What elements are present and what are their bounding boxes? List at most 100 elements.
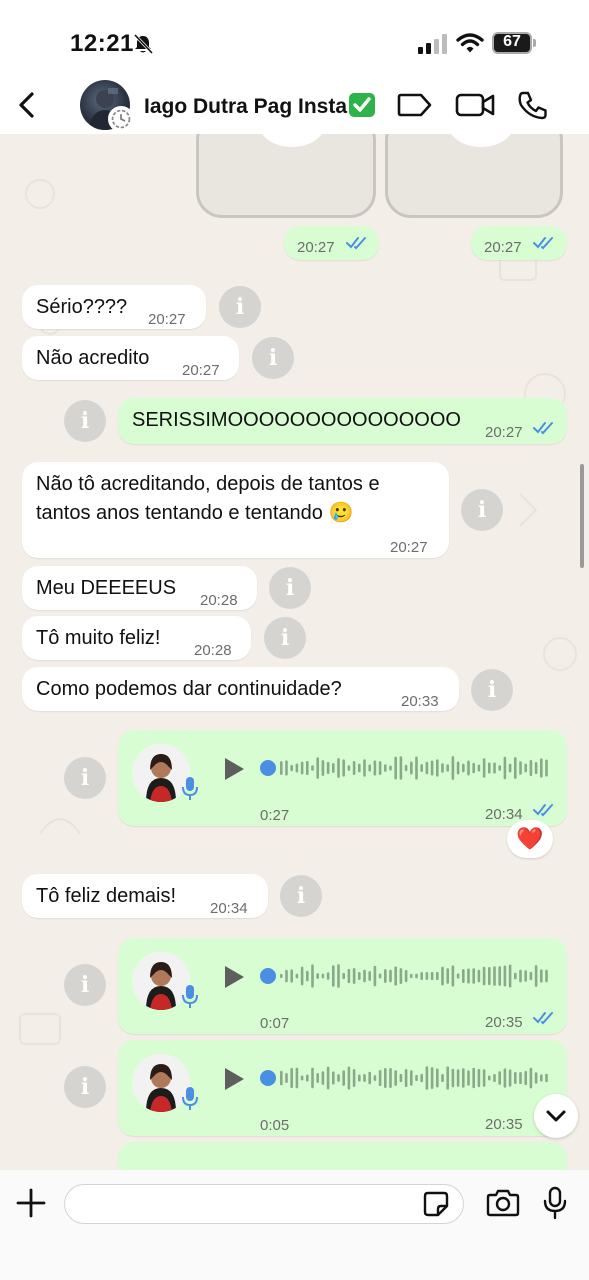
message-outgoing[interactable]: 20:27 bbox=[284, 226, 379, 260]
message-text: Não acredito bbox=[36, 347, 150, 369]
waveform[interactable] bbox=[260, 1062, 550, 1094]
waveform[interactable] bbox=[260, 960, 550, 992]
waveform-bar bbox=[534, 965, 538, 987]
message-time: 20:34 bbox=[210, 900, 248, 917]
waveform-bar bbox=[389, 969, 392, 983]
message-incoming[interactable]: Meu DEEEEUS 20:28 bbox=[22, 566, 257, 610]
message-outgoing[interactable]: 20:27 bbox=[471, 226, 567, 260]
reaction-badge[interactable]: ❤️ bbox=[507, 820, 553, 858]
waveform-bar bbox=[290, 1068, 293, 1088]
contact-name[interactable]: Iago Dutra Pag Insta bbox=[144, 93, 376, 119]
waveform-bar bbox=[326, 761, 330, 775]
waveform-bar bbox=[446, 764, 449, 772]
phone-call-icon[interactable] bbox=[517, 90, 549, 120]
message-input[interactable] bbox=[64, 1184, 464, 1224]
info-icon[interactable]: i bbox=[252, 337, 294, 379]
message-text: Sério???? bbox=[36, 296, 128, 318]
info-icon[interactable]: i bbox=[219, 286, 261, 328]
composer-bar bbox=[0, 1170, 589, 1280]
waveform-bar bbox=[384, 764, 387, 772]
message-incoming[interactable]: Tô feliz demais! 20:34 bbox=[22, 874, 268, 918]
waveform-bar bbox=[404, 969, 408, 983]
info-icon[interactable]: i bbox=[64, 1066, 106, 1108]
play-icon[interactable] bbox=[222, 964, 246, 990]
image-attachment[interactable] bbox=[196, 134, 376, 218]
play-icon[interactable] bbox=[222, 1066, 246, 1092]
waveform-bar bbox=[441, 763, 444, 773]
waveform-bar bbox=[498, 765, 501, 771]
waveform-bar bbox=[384, 969, 387, 983]
back-icon[interactable] bbox=[12, 88, 44, 122]
waveform-bar bbox=[399, 968, 403, 984]
message-time: 20:28 bbox=[194, 642, 232, 659]
message-outgoing[interactable]: SERISSIMOOOOOOOOOOOOOOO 20:27 bbox=[118, 398, 567, 444]
message-time: 20:27 bbox=[182, 362, 220, 379]
waveform-bar bbox=[410, 761, 413, 775]
voice-message[interactable] bbox=[118, 1142, 567, 1170]
waveform-bar bbox=[394, 756, 397, 780]
image-attachment[interactable] bbox=[385, 134, 563, 218]
waveform-bar bbox=[285, 760, 288, 776]
status-ring-icon bbox=[108, 106, 134, 132]
waveform-bar bbox=[425, 972, 429, 980]
message-incoming[interactable]: Como podemos dar continuidade? 20:33 bbox=[22, 667, 459, 711]
video-call-icon[interactable] bbox=[455, 90, 495, 120]
status-bar: 12:21 67 bbox=[0, 0, 589, 78]
playhead-dot[interactable] bbox=[260, 1070, 276, 1086]
info-icon[interactable]: i bbox=[461, 489, 503, 531]
waveform-bar bbox=[540, 1074, 543, 1082]
message-incoming[interactable]: Não acredito 20:27 bbox=[22, 336, 239, 380]
message-incoming[interactable]: Sério???? 20:27 bbox=[22, 285, 206, 329]
voice-message[interactable]: 0:27 20:34 bbox=[118, 730, 567, 826]
waveform-bar bbox=[436, 971, 439, 981]
info-icon[interactable]: i bbox=[64, 757, 106, 799]
message-time: 20:28 bbox=[200, 592, 238, 609]
label-icon[interactable] bbox=[397, 90, 433, 120]
waveform-bar bbox=[306, 1074, 309, 1082]
waveform-bar bbox=[425, 1066, 429, 1090]
sticker-icon[interactable] bbox=[422, 1190, 450, 1218]
info-icon[interactable]: i bbox=[64, 400, 106, 442]
info-icon[interactable]: i bbox=[64, 964, 106, 1006]
message-incoming[interactable]: Não tô acreditando, depois de tantos e t… bbox=[22, 462, 449, 558]
chevron-down-icon bbox=[546, 1110, 566, 1122]
waveform-bar bbox=[378, 973, 382, 979]
scrollbar[interactable] bbox=[580, 464, 584, 568]
info-icon[interactable]: i bbox=[471, 669, 513, 711]
waveform-bar bbox=[358, 972, 361, 980]
voice-message[interactable]: 0:07 20:35 bbox=[118, 938, 567, 1034]
info-icon[interactable]: i bbox=[264, 617, 306, 659]
waveform-bar bbox=[373, 965, 377, 987]
waveform-bar bbox=[430, 971, 434, 981]
waveform[interactable] bbox=[260, 752, 550, 784]
waveform-bar bbox=[446, 1066, 449, 1090]
playhead-dot[interactable] bbox=[260, 760, 276, 776]
play-icon[interactable] bbox=[222, 756, 246, 782]
camera-icon[interactable] bbox=[486, 1188, 520, 1218]
message-incoming[interactable]: Tô muito feliz! 20:28 bbox=[22, 616, 251, 660]
info-icon[interactable]: i bbox=[280, 875, 322, 917]
waveform-bar bbox=[389, 1068, 392, 1088]
voice-duration: 0:27 bbox=[260, 807, 290, 824]
microphone-icon[interactable] bbox=[542, 1186, 568, 1220]
voice-message[interactable]: 0:05 20:35 bbox=[118, 1040, 567, 1136]
waveform-bar bbox=[410, 973, 413, 979]
playhead-dot[interactable] bbox=[260, 968, 276, 984]
waveform-bar bbox=[337, 1074, 340, 1082]
message-text-line: tantos anos tentando e tentando 🥲 bbox=[36, 502, 354, 524]
plus-icon[interactable] bbox=[16, 1188, 46, 1218]
info-icon[interactable]: i bbox=[269, 567, 311, 609]
message-text: SERISSIMOOOOOOOOOOOOOOO bbox=[132, 409, 461, 431]
waveform-bar bbox=[285, 1073, 288, 1083]
waveform-bar bbox=[462, 1068, 465, 1088]
waveform-bar bbox=[540, 758, 543, 778]
waveform-bar bbox=[316, 973, 319, 979]
waveform-bar bbox=[430, 1067, 434, 1089]
waveform-bar bbox=[451, 756, 455, 780]
waveform-bar bbox=[295, 1067, 299, 1089]
message-time: 20:35 bbox=[485, 1014, 523, 1031]
scroll-down-button[interactable] bbox=[534, 1094, 578, 1138]
chat-area[interactable]: 20:27 20:27 Sério???? 20:27 i Não acredi… bbox=[0, 134, 589, 1170]
waveform-bar bbox=[326, 972, 330, 980]
waveform-bar bbox=[545, 759, 548, 777]
